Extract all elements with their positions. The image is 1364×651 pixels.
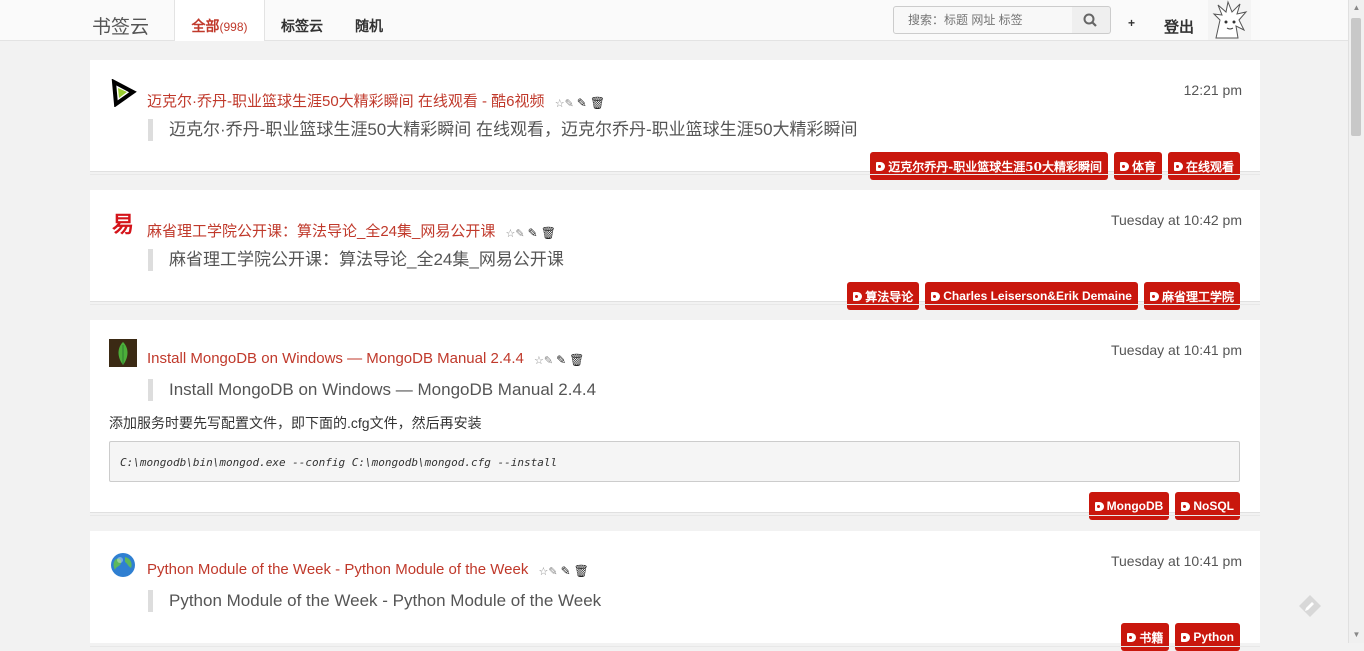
trash-icon[interactable]: 🗑 (574, 564, 589, 578)
tag-label: 麻省理工学院 (1161, 289, 1234, 304)
edit-icon[interactable]: ✎ (528, 226, 538, 240)
bookmark-description: Install MongoDB on Windows — MongoDB Man… (148, 379, 596, 401)
bookmark-card: 易 麻省理工学院公开课：算法导论_全24集_网易公开课 ☆✎ ✎ 🗑 Tuesday… (90, 190, 1260, 310)
tab-all-count: (998) (219, 20, 248, 34)
brand-logo[interactable]: 书签云 (92, 12, 149, 39)
edit-icon[interactable]: ✎ (556, 353, 566, 367)
tag-button[interactable]: 麻省理工学院 (1143, 282, 1240, 310)
tab-tag-cloud[interactable]: 标签云 (281, 16, 323, 36)
mongodb-leaf-icon (109, 339, 137, 367)
logout-link[interactable]: 登出 (1164, 16, 1194, 37)
bookmark-description: 迈克尔·乔丹-职业篮球生涯50大精彩瞬间 在线观看，迈克尔乔丹-职业篮球生涯50… (148, 119, 858, 141)
avatar[interactable] (1208, 0, 1251, 40)
bookmark-title-link[interactable]: Install MongoDB on Windows — MongoDB Man… (147, 350, 524, 367)
svg-text:易: 易 (112, 212, 134, 238)
add-bookmark-button[interactable]: + (1128, 16, 1135, 30)
bookmark-time: Tuesday at 10:41 pm (1110, 342, 1242, 358)
tag-button[interactable]: 迈克尔乔丹-职业篮球生涯50大精彩瞬间 (870, 152, 1108, 180)
tag-label: MongoDB (1106, 499, 1164, 513)
tag-icon (1149, 291, 1159, 301)
bookmark-time: Tuesday at 10:42 pm (1110, 212, 1242, 228)
bookmark-card: Install MongoDB on Windows — MongoDB Man… (90, 320, 1260, 520)
tag-label: NoSQL (1193, 499, 1234, 513)
tab-all-label: 全部 (191, 18, 220, 34)
bookmark-time: Tuesday at 10:41 pm (1110, 553, 1242, 569)
star-icon[interactable]: ☆✎ (539, 565, 558, 578)
trash-icon[interactable]: 🗑 (541, 226, 556, 240)
search-input[interactable] (893, 6, 1073, 34)
search-icon (1083, 13, 1097, 27)
code-block: C:\mongodb\bin\mongod.exe --config C:\mo… (109, 441, 1240, 482)
tag-icon (1119, 161, 1129, 171)
scroll-up-arrow-icon[interactable]: ▲ (1349, 0, 1364, 16)
tag-button[interactable]: 体育 (1113, 152, 1162, 180)
tag-button[interactable]: 在线观看 (1167, 152, 1240, 180)
star-icon[interactable]: ☆✎ (506, 227, 525, 240)
scroll-thumb[interactable] (1351, 18, 1361, 136)
tab-all[interactable]: 全部(998) (174, 0, 265, 41)
tag-icon (1181, 501, 1191, 511)
tag-icon (853, 291, 863, 301)
bookmark-description: 麻省理工学院公开课：算法导论_全24集_网易公开课 (148, 249, 564, 271)
tag-button[interactable]: 书籍 (1121, 623, 1170, 651)
bookmark-title-link[interactable]: Python Module of the Week - Python Modul… (147, 561, 528, 578)
tag-icon (931, 291, 941, 301)
bookmark-card: Python Module of the Week - Python Modul… (90, 531, 1260, 651)
tag-icon (876, 161, 886, 171)
feedback-icon[interactable] (1297, 593, 1323, 619)
globe-icon (111, 553, 135, 577)
search-button[interactable] (1072, 6, 1111, 34)
top-navbar: 书签云 全部(998) 标签云 随机 + 登出 (0, 0, 1348, 41)
tag-label: Charles Leiserson&Erik Demaine (943, 289, 1132, 303)
bookmark-card: 迈克尔·乔丹-职业篮球生涯50大精彩瞬间 在线观看 - 酷6视频 ☆✎ ✎ 🗑 12… (90, 60, 1260, 180)
scrollbar[interactable]: ▲ ▼ (1348, 0, 1364, 643)
edit-icon[interactable]: ✎ (561, 564, 571, 578)
trash-icon[interactable]: 🗑 (569, 353, 584, 367)
bookmark-description: Python Module of the Week - Python Modul… (148, 590, 601, 612)
star-icon[interactable]: ☆✎ (555, 97, 574, 110)
tab-random[interactable]: 随机 (355, 16, 383, 36)
youku-play-icon (111, 79, 137, 107)
tag-icon (1094, 501, 1104, 511)
bookmark-note: 添加服务时要先写配置文件，即下面的.cfg文件，然后再安装 (109, 415, 482, 431)
tag-label: 在线观看 (1185, 159, 1234, 174)
scroll-down-arrow-icon[interactable]: ▼ (1349, 627, 1364, 643)
tag-button[interactable]: Charles Leiserson&Erik Demaine (925, 282, 1138, 310)
netease-icon: 易 (112, 212, 134, 238)
bookmark-time: 12:21 pm (1183, 82, 1242, 98)
tag-label: 算法导论 (865, 289, 914, 304)
trash-icon[interactable]: 🗑 (590, 96, 605, 110)
tag-button[interactable]: MongoDB (1088, 492, 1170, 520)
tag-label: 迈克尔乔丹-职业篮球生涯50大精彩瞬间 (888, 159, 1102, 174)
tag-label: Python (1193, 630, 1234, 644)
bookmark-title-link[interactable]: 迈克尔·乔丹-职业篮球生涯50大精彩瞬间 在线观看 - 酷6视频 (147, 93, 545, 110)
tag-button[interactable]: 算法导论 (847, 282, 920, 310)
star-icon[interactable]: ☆✎ (534, 354, 553, 367)
edit-icon[interactable]: ✎ (577, 96, 587, 110)
tag-icon (1127, 632, 1137, 642)
tag-label: 体育 (1131, 159, 1156, 174)
tag-icon (1181, 632, 1191, 642)
tag-button[interactable]: NoSQL (1175, 492, 1240, 520)
tag-button[interactable]: Python (1175, 623, 1240, 651)
bookmark-title-link[interactable]: 麻省理工学院公开课：算法导论_全24集_网易公开课 (147, 223, 495, 240)
tag-icon (1173, 161, 1183, 171)
